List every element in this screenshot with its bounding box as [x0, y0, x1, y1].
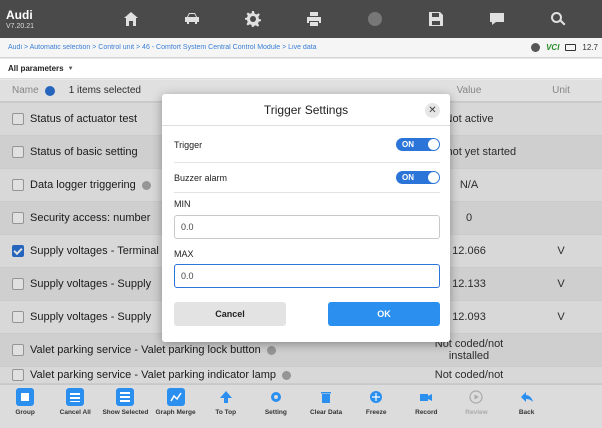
close-icon[interactable]: ✕: [425, 103, 440, 118]
graph-merge-icon: [166, 388, 185, 406]
setting-label: Setting: [264, 409, 287, 416]
to-top-button[interactable]: To Top: [201, 385, 251, 428]
review-icon: [467, 388, 485, 406]
show-selected-icon: [116, 388, 135, 406]
divider: [174, 162, 440, 163]
top-icon-bar: [100, 0, 602, 38]
back-icon: [518, 388, 536, 406]
review-button[interactable]: Review: [451, 385, 501, 428]
bottom-toolbar: Group Cancel All Show Selected Graph Mer…: [0, 384, 602, 428]
vci-status: VCI: [546, 43, 560, 52]
trigger-toggle-state: ON: [402, 140, 414, 149]
max-input[interactable]: [174, 264, 440, 288]
to-top-label: To Top: [215, 409, 237, 416]
setting-button[interactable]: Setting: [251, 385, 301, 428]
buzzer-toggle-state: ON: [402, 173, 414, 182]
brand: Audi V7.20.21: [0, 9, 100, 30]
cancel-all-label: Cancel All: [59, 409, 91, 416]
trigger-settings-dialog: Trigger Settings ✕ Trigger ON Buzzer ala…: [162, 94, 450, 342]
group-icon: [16, 388, 35, 406]
status-area: VCI 12.7: [531, 43, 602, 52]
battery-icon: [565, 44, 577, 51]
buzzer-label: Buzzer alarm: [174, 172, 228, 183]
show-selected-label: Show Selected: [102, 409, 149, 416]
buzzer-toggle[interactable]: ON: [396, 171, 440, 184]
record-label: Record: [415, 409, 438, 416]
graph-merge-label: Graph Merge: [155, 409, 196, 416]
review-label: Review: [465, 409, 488, 416]
clear-data-button[interactable]: Clear Data: [301, 385, 351, 428]
trigger-toggle[interactable]: ON: [396, 138, 440, 151]
buzzer-row: Buzzer alarm ON: [174, 171, 440, 184]
network-icon: [531, 43, 541, 52]
dialog-header: Trigger Settings ✕: [162, 94, 450, 126]
min-label: MIN: [174, 199, 191, 209]
record-button[interactable]: Record: [401, 385, 451, 428]
record-icon: [417, 388, 435, 406]
caret-down-icon: ▼: [67, 65, 74, 72]
trigger-label: Trigger: [174, 139, 203, 150]
breadcrumb[interactable]: Audi > Automatic selection > Control uni…: [8, 44, 531, 51]
print-icon[interactable]: [283, 0, 344, 38]
breadcrumb-bar: Audi > Automatic selection > Control uni…: [0, 38, 602, 58]
vehicle-icon[interactable]: [161, 0, 222, 38]
search-icon[interactable]: [527, 0, 588, 38]
settings-icon[interactable]: [222, 0, 283, 38]
cancel-all-button[interactable]: Cancel All: [50, 385, 100, 428]
group-button[interactable]: Group: [0, 385, 50, 428]
back-button[interactable]: Back: [502, 385, 552, 428]
divider: [174, 192, 440, 193]
help-icon[interactable]: [344, 0, 405, 38]
min-input[interactable]: [174, 215, 440, 239]
graph-merge-button[interactable]: Graph Merge: [150, 385, 200, 428]
ok-button[interactable]: OK: [328, 302, 440, 326]
clear-data-icon: [317, 388, 335, 406]
parameter-filter[interactable]: All parameters ▼: [0, 59, 602, 79]
cancel-all-icon: [66, 388, 85, 406]
filter-label: All parameters: [8, 64, 64, 73]
clear-data-label: Clear Data: [309, 409, 343, 416]
save-icon[interactable]: [405, 0, 466, 38]
setting-icon: [267, 388, 285, 406]
back-label: Back: [518, 409, 535, 416]
freeze-button[interactable]: Freeze: [351, 385, 401, 428]
group-label: Group: [15, 409, 35, 416]
to-top-icon: [217, 388, 235, 406]
brand-name: Audi: [6, 7, 33, 22]
cancel-button[interactable]: Cancel: [174, 302, 286, 326]
show-selected-button[interactable]: Show Selected: [100, 385, 150, 428]
battery-voltage: 12.7: [582, 43, 598, 52]
freeze-label: Freeze: [365, 409, 387, 416]
trigger-row: Trigger ON: [174, 138, 440, 151]
home-icon[interactable]: [100, 0, 161, 38]
dialog-title: Trigger Settings: [263, 102, 349, 117]
message-icon[interactable]: [466, 0, 527, 38]
max-label: MAX: [174, 249, 194, 259]
top-bar: Audi V7.20.21: [0, 0, 602, 38]
app-version: V7.20.21: [6, 22, 35, 30]
freeze-icon: [367, 388, 385, 406]
